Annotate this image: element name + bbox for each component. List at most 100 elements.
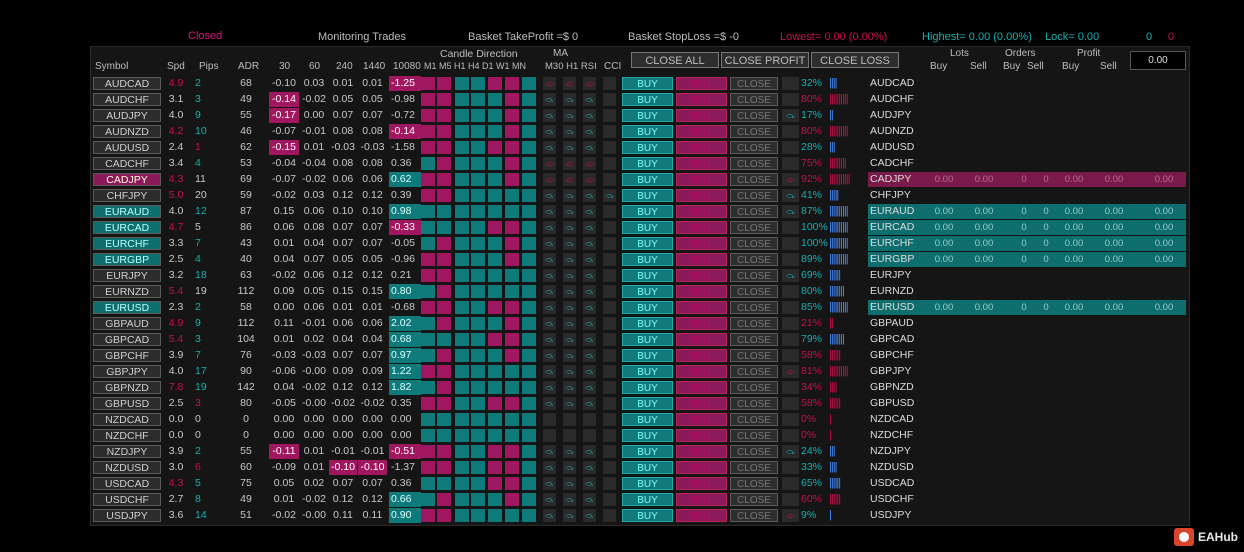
buy-button[interactable]: BUY	[622, 397, 673, 410]
buy-button[interactable]: BUY	[622, 493, 673, 506]
buy-button[interactable]: BUY	[622, 205, 673, 218]
close-button[interactable]: CLOSE	[730, 77, 778, 90]
sell-button[interactable]: SELL	[676, 189, 727, 202]
close-button[interactable]: CLOSE	[730, 301, 778, 314]
buy-button[interactable]: BUY	[622, 269, 673, 282]
symbol-button[interactable]: USDCAD	[93, 477, 161, 490]
close-button[interactable]: CLOSE	[730, 205, 778, 218]
sell-button[interactable]: SELL	[676, 349, 727, 362]
close-button[interactable]: CLOSE	[730, 125, 778, 138]
buy-button[interactable]: BUY	[622, 221, 673, 234]
sell-button[interactable]: SELL	[676, 429, 727, 442]
buy-button[interactable]: BUY	[622, 381, 673, 394]
sell-button[interactable]: SELL	[676, 205, 727, 218]
buy-button[interactable]: BUY	[622, 333, 673, 346]
buy-button[interactable]: BUY	[622, 141, 673, 154]
buy-button[interactable]: BUY	[622, 109, 673, 122]
close-button[interactable]: CLOSE	[730, 221, 778, 234]
buy-button[interactable]: BUY	[622, 285, 673, 298]
symbol-button[interactable]: EURUSD	[93, 301, 161, 314]
buy-button[interactable]: BUY	[622, 413, 673, 426]
sell-button[interactable]: SELL	[676, 109, 727, 122]
close-button[interactable]: CLOSE	[730, 445, 778, 458]
close-loss-button[interactable]: CLOSE LOSS	[811, 52, 899, 68]
symbol-button[interactable]: AUDCHF	[93, 93, 161, 106]
close-button[interactable]: CLOSE	[730, 189, 778, 202]
symbol-button[interactable]: CADCHF	[93, 157, 161, 170]
close-button[interactable]: CLOSE	[730, 333, 778, 346]
sell-button[interactable]: SELL	[676, 365, 727, 378]
symbol-button[interactable]: EURCHF	[93, 237, 161, 250]
symbol-button[interactable]: GBPUSD	[93, 397, 161, 410]
symbol-button[interactable]: USDCHF	[93, 493, 161, 506]
sell-button[interactable]: SELL	[676, 269, 727, 282]
buy-button[interactable]: BUY	[622, 477, 673, 490]
close-button[interactable]: CLOSE	[730, 173, 778, 186]
close-button[interactable]: CLOSE	[730, 237, 778, 250]
sell-button[interactable]: SELL	[676, 493, 727, 506]
buy-button[interactable]: BUY	[622, 173, 673, 186]
sell-button[interactable]: SELL	[676, 77, 727, 90]
symbol-button[interactable]: NZDJPY	[93, 445, 161, 458]
symbol-button[interactable]: USDJPY	[93, 509, 161, 522]
close-button[interactable]: CLOSE	[730, 269, 778, 282]
buy-button[interactable]: BUY	[622, 125, 673, 138]
symbol-button[interactable]: GBPJPY	[93, 365, 161, 378]
buy-button[interactable]: BUY	[622, 301, 673, 314]
symbol-button[interactable]: EURJPY	[93, 269, 161, 282]
symbol-button[interactable]: AUDCAD	[93, 77, 161, 90]
close-button[interactable]: CLOSE	[730, 429, 778, 442]
symbol-button[interactable]: EURGBP	[93, 253, 161, 266]
symbol-button[interactable]: NZDUSD	[93, 461, 161, 474]
sell-button[interactable]: SELL	[676, 333, 727, 346]
close-button[interactable]: CLOSE	[730, 285, 778, 298]
sell-button[interactable]: SELL	[676, 237, 727, 250]
buy-button[interactable]: BUY	[622, 509, 673, 522]
close-button[interactable]: CLOSE	[730, 477, 778, 490]
buy-button[interactable]: BUY	[622, 157, 673, 170]
close-button[interactable]: CLOSE	[730, 365, 778, 378]
sell-button[interactable]: SELL	[676, 413, 727, 426]
sell-button[interactable]: SELL	[676, 397, 727, 410]
symbol-button[interactable]: CADJPY	[93, 173, 161, 186]
close-button[interactable]: CLOSE	[730, 493, 778, 506]
close-button[interactable]: CLOSE	[730, 157, 778, 170]
symbol-button[interactable]: CHFJPY	[93, 189, 161, 202]
close-button[interactable]: CLOSE	[730, 109, 778, 122]
symbol-button[interactable]: NZDCAD	[93, 413, 161, 426]
buy-button[interactable]: BUY	[622, 349, 673, 362]
sell-button[interactable]: SELL	[676, 221, 727, 234]
buy-button[interactable]: BUY	[622, 461, 673, 474]
sell-button[interactable]: SELL	[676, 509, 727, 522]
symbol-button[interactable]: AUDJPY	[93, 109, 161, 122]
sell-button[interactable]: SELL	[676, 381, 727, 394]
close-button[interactable]: CLOSE	[730, 317, 778, 330]
close-button[interactable]: CLOSE	[730, 461, 778, 474]
sell-button[interactable]: SELL	[676, 93, 727, 106]
close-button[interactable]: CLOSE	[730, 349, 778, 362]
buy-button[interactable]: BUY	[622, 365, 673, 378]
buy-button[interactable]: BUY	[622, 189, 673, 202]
close-button[interactable]: CLOSE	[730, 381, 778, 394]
buy-button[interactable]: BUY	[622, 93, 673, 106]
symbol-button[interactable]: GBPAUD	[93, 317, 161, 330]
close-button[interactable]: CLOSE	[730, 253, 778, 266]
buy-button[interactable]: BUY	[622, 253, 673, 266]
close-button[interactable]: CLOSE	[730, 93, 778, 106]
sell-button[interactable]: SELL	[676, 157, 727, 170]
sell-button[interactable]: SELL	[676, 477, 727, 490]
close-button[interactable]: CLOSE	[730, 509, 778, 522]
close-all-button[interactable]: CLOSE ALL	[631, 52, 719, 68]
sell-button[interactable]: SELL	[676, 445, 727, 458]
close-button[interactable]: CLOSE	[730, 141, 778, 154]
sell-button[interactable]: SELL	[676, 301, 727, 314]
symbol-button[interactable]: EURNZD	[93, 285, 161, 298]
close-button[interactable]: CLOSE	[730, 397, 778, 410]
sell-button[interactable]: SELL	[676, 173, 727, 186]
sell-button[interactable]: SELL	[676, 461, 727, 474]
sell-button[interactable]: SELL	[676, 285, 727, 298]
symbol-button[interactable]: AUDNZD	[93, 125, 161, 138]
symbol-button[interactable]: AUDUSD	[93, 141, 161, 154]
buy-button[interactable]: BUY	[622, 445, 673, 458]
sell-button[interactable]: SELL	[676, 141, 727, 154]
